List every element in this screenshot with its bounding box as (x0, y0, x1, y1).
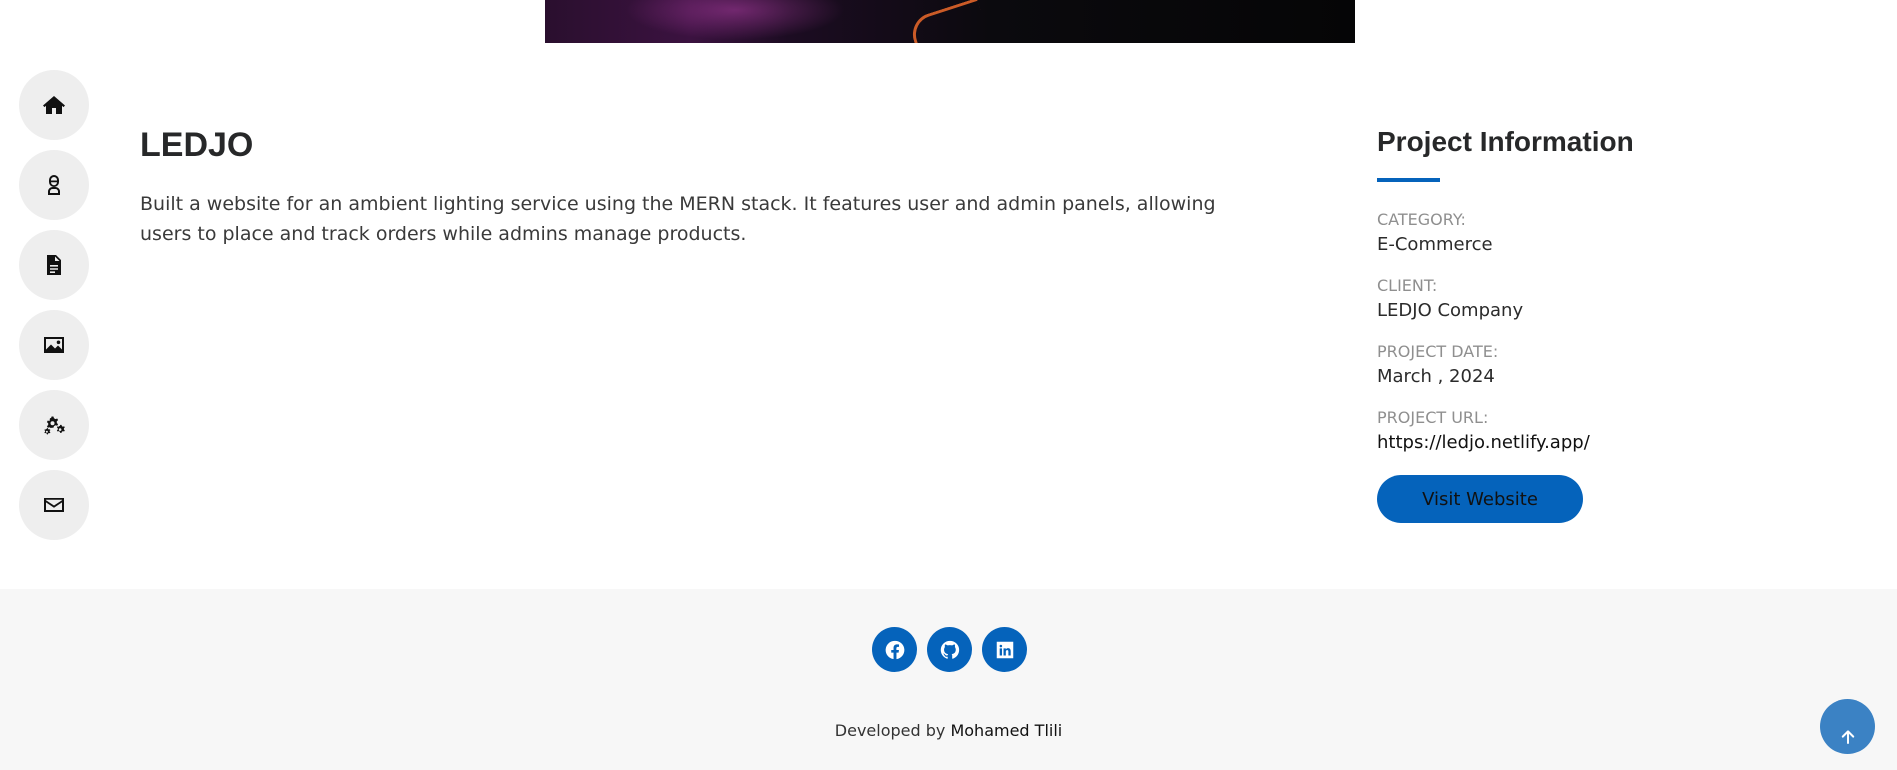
side-nav (19, 70, 89, 540)
project-info-panel: Project Information CATEGORY: E-Commerce… (1377, 126, 1797, 523)
info-list: CATEGORY: E-Commerce CLIENT: LEDJO Compa… (1377, 209, 1797, 456)
back-to-top-button[interactable] (1820, 699, 1875, 754)
info-label: PROJECT URL: (1377, 408, 1489, 427)
credit-prefix: Developed by (834, 721, 951, 740)
project-description: Built a website for an ambient lighting … (140, 193, 1216, 245)
nav-portfolio-button[interactable] (19, 310, 89, 380)
nav-resume-button[interactable] (19, 230, 89, 300)
footer: Developed by Mohamed Tlili (0, 589, 1897, 770)
envelope-icon (44, 498, 64, 512)
visit-website-button[interactable]: Visit Website (1377, 475, 1583, 523)
info-label: CLIENT: (1377, 276, 1438, 295)
info-label: CATEGORY: (1377, 210, 1466, 229)
info-item-project-url: PROJECT URL: https://ledjo.netlify.app/ (1377, 407, 1797, 456)
info-label: PROJECT DATE: (1377, 342, 1499, 361)
user-icon (48, 175, 60, 195)
arrow-up-icon (1841, 729, 1854, 744)
github-link[interactable] (927, 627, 972, 672)
info-item-category: CATEGORY: E-Commerce (1377, 209, 1797, 258)
credit-author: Mohamed Tlili (950, 721, 1063, 740)
info-value: E-Commerce (1377, 234, 1493, 255)
footer-credit: Developed by Mohamed Tlili (0, 721, 1897, 740)
social-links (872, 627, 1027, 672)
github-icon (940, 640, 959, 659)
gears-icon (44, 416, 65, 435)
linkedin-link[interactable] (982, 627, 1027, 672)
facebook-icon (885, 640, 904, 659)
info-value: March , 2024 (1377, 366, 1495, 387)
nav-services-button[interactable] (19, 390, 89, 460)
document-icon (47, 255, 61, 275)
linkedin-icon (996, 641, 1013, 658)
project-url-link[interactable]: https://ledjo.netlify.app/ (1377, 429, 1797, 456)
info-title: Project Information (1377, 126, 1634, 157)
nav-contact-button[interactable] (19, 470, 89, 540)
title-underline (1377, 178, 1440, 182)
project-details: LEDJO Built a website for an ambient lig… (140, 126, 1220, 249)
nav-about-button[interactable] (19, 150, 89, 220)
project-hero-image (545, 0, 1355, 43)
info-item-client: CLIENT: LEDJO Company (1377, 275, 1797, 324)
info-value: LEDJO Company (1377, 300, 1524, 321)
image-icon (44, 337, 64, 353)
facebook-link[interactable] (872, 627, 917, 672)
info-item-project-date: PROJECT DATE: March , 2024 (1377, 341, 1797, 390)
nav-home-button[interactable] (19, 70, 89, 140)
project-title: LEDJO (140, 126, 254, 164)
home-icon (43, 96, 65, 114)
